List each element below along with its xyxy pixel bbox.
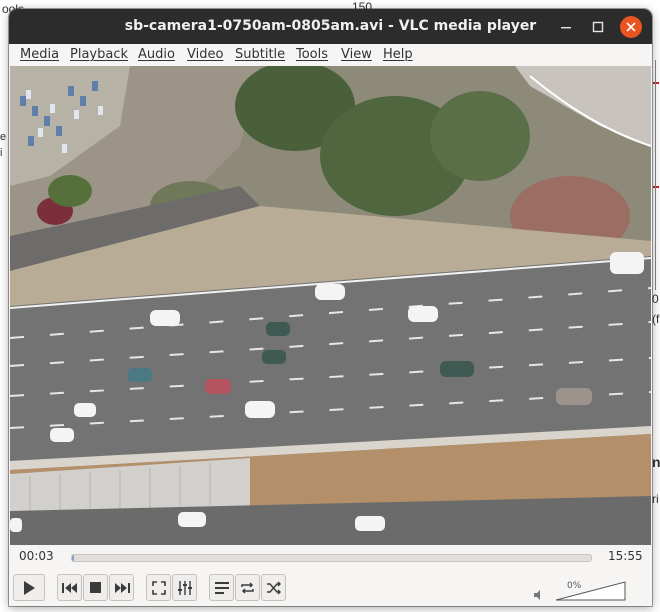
- menu-tools[interactable]: Tools: [296, 47, 328, 62]
- minimize-icon: [561, 27, 571, 29]
- video-frame: [10, 66, 651, 554]
- background-text-fragment: (f: [652, 312, 660, 326]
- background-text-fragment: ri: [652, 492, 659, 506]
- background-red-marker: [653, 82, 659, 84]
- play-icon: [24, 580, 35, 595]
- video-area[interactable]: [10, 66, 651, 554]
- menu-audio[interactable]: Audio: [138, 47, 175, 62]
- playlist-icon: [214, 581, 229, 594]
- background-text-fragment: n: [652, 454, 660, 470]
- shuffle-button[interactable]: [261, 574, 286, 601]
- seek-progress: [72, 555, 74, 561]
- previous-icon: [61, 582, 77, 593]
- extended-settings-icon: [177, 580, 192, 595]
- menu-media[interactable]: Media: [20, 47, 59, 62]
- total-time: 15:55: [608, 549, 643, 563]
- menu-subtitle[interactable]: Subtitle: [235, 47, 285, 62]
- background-text-fragment: i: [0, 147, 3, 159]
- loop-icon: [241, 581, 254, 594]
- maximize-button[interactable]: [587, 16, 609, 38]
- next-icon: [114, 582, 130, 593]
- fullscreen-icon: [151, 580, 166, 595]
- background-text-fragment: 0: [652, 292, 659, 306]
- title-bar[interactable]: sb-camera1-0750am-0805am.avi - VLC media…: [9, 9, 652, 44]
- speaker-icon[interactable]: [534, 590, 544, 600]
- stop-button[interactable]: [83, 574, 108, 601]
- shuffle-icon: [267, 581, 281, 594]
- seek-bar[interactable]: [71, 554, 592, 562]
- close-icon: [626, 22, 636, 32]
- previous-button[interactable]: [57, 574, 82, 601]
- playlist-button[interactable]: [209, 574, 234, 601]
- maximize-icon: [592, 21, 604, 33]
- minimize-button[interactable]: [555, 16, 577, 38]
- playback-controls: 00:03 15:55 0%: [9, 545, 652, 606]
- next-button[interactable]: [109, 574, 134, 601]
- menu-view[interactable]: View: [341, 47, 372, 62]
- vlc-window: sb-camera1-0750am-0805am.avi - VLC media…: [9, 9, 652, 606]
- menu-video[interactable]: Video: [187, 47, 223, 62]
- menu-playback[interactable]: Playback: [70, 47, 128, 62]
- play-button[interactable]: [13, 574, 45, 601]
- fullscreen-button[interactable]: [146, 574, 171, 601]
- volume-slider[interactable]: [556, 581, 626, 601]
- loop-button[interactable]: [235, 574, 260, 601]
- close-button[interactable]: [620, 16, 642, 38]
- background-axis-line: [655, 60, 656, 290]
- background-text-fragment: e: [0, 131, 7, 143]
- stop-icon: [90, 582, 101, 593]
- menu-bar: Media Playback Audio Video Subtitle Tool…: [9, 44, 652, 67]
- menu-help[interactable]: Help: [383, 47, 413, 62]
- background-red-marker: [653, 186, 659, 188]
- extended-settings-button[interactable]: [172, 574, 197, 601]
- elapsed-time: 00:03: [19, 549, 54, 563]
